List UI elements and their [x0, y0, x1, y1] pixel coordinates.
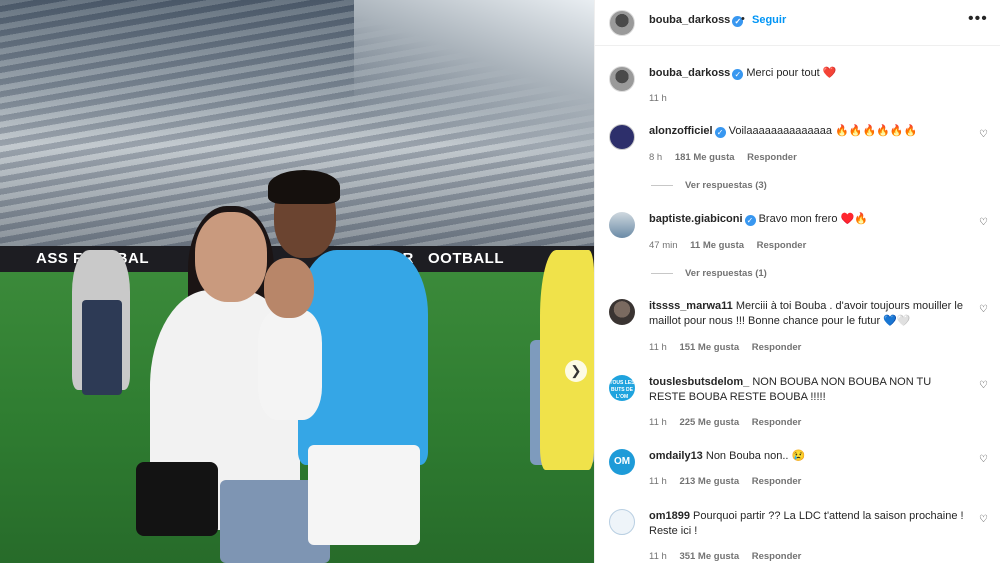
- heart-outline-icon[interactable]: ♡: [979, 217, 988, 228]
- commenter-username[interactable]: itssss_marwa11: [649, 300, 733, 312]
- author-username-text[interactable]: bouba_darkoss: [649, 14, 730, 26]
- view-replies-label[interactable]: Ver respuestas (3): [685, 180, 767, 191]
- commenter-avatar[interactable]: [609, 509, 635, 535]
- comment-time: 8 h: [649, 152, 663, 163]
- commenter-username[interactable]: baptiste.giabiconi: [649, 213, 743, 225]
- comment-meta: 11 h 351 Me gusta Responder: [649, 551, 811, 562]
- stadium-roof: [354, 0, 594, 160]
- player-hair: [268, 170, 340, 204]
- verified-icon: ✓: [744, 215, 756, 226]
- comment-meta: 11 h 213 Me gusta Responder: [649, 476, 811, 487]
- comment-text: itssss_marwa11 Merciii à toi Bouba . d'a…: [649, 299, 969, 329]
- comments-panel: bouba_darkoss ✓ • Seguir ••• bouba_darkos…: [594, 0, 1000, 563]
- child-figure: [258, 310, 322, 420]
- comment-meta: 11 h 151 Me gusta Responder: [649, 342, 811, 353]
- commenter-username[interactable]: omdaily13: [649, 450, 703, 462]
- comment-time: 11 h: [649, 342, 667, 353]
- replies-line: [651, 272, 673, 274]
- comment-likes[interactable]: 351 Me gusta: [679, 551, 739, 562]
- comment-likes[interactable]: 11 Me gusta: [690, 240, 744, 251]
- heart-outline-icon[interactable]: ♡: [979, 304, 988, 315]
- comment-time: 11 h: [649, 417, 667, 428]
- comment-time: 47 min: [649, 240, 678, 251]
- board-text-3: OOTBALL: [428, 250, 504, 267]
- reply-button[interactable]: Responder: [752, 342, 802, 353]
- comment-meta: 47 min 11 Me gusta Responder: [649, 240, 816, 251]
- caption-body: Merci pour tout ❤️: [746, 67, 837, 79]
- caption-avatar[interactable]: [609, 66, 635, 92]
- view-replies-button[interactable]: Ver respuestas (3): [651, 180, 767, 191]
- comment-body: Voilaaaaaaaaaaaaaa 🔥🔥🔥🔥🔥🔥: [728, 125, 918, 137]
- comment-text: omdaily13 Non Bouba non.. 😢: [649, 449, 969, 464]
- child-face: [264, 258, 314, 318]
- avatar-logo-text: OM: [613, 456, 631, 467]
- reply-button[interactable]: Responder: [752, 476, 802, 487]
- heart-outline-icon[interactable]: ♡: [979, 129, 988, 140]
- commenter-avatar[interactable]: [609, 299, 635, 325]
- right-figure: [540, 250, 594, 470]
- commenter-avatar[interactable]: [609, 124, 635, 150]
- comment-text: touslesbutsdelom_ NON BOUBA NON BOUBA NO…: [649, 375, 969, 405]
- player-shorts: [308, 445, 420, 545]
- comment-time: 11 h: [649, 476, 667, 487]
- comment-body: Non Bouba non.. 😢: [705, 450, 806, 462]
- commenter-username[interactable]: om1899: [649, 510, 690, 522]
- commenter-username[interactable]: alonzofficiel: [649, 125, 713, 137]
- replies-line: [651, 184, 673, 186]
- woman-face: [195, 212, 267, 302]
- comment-time: 11 h: [649, 551, 667, 562]
- comment-likes[interactable]: 151 Me gusta: [679, 342, 739, 353]
- reply-button[interactable]: Responder: [752, 417, 802, 428]
- post-photo[interactable]: ASS FOOTBAL ER OOTBALL ❯: [0, 0, 594, 563]
- comment-likes[interactable]: 225 Me gusta: [679, 417, 739, 428]
- handbag: [136, 462, 218, 536]
- caption-text: bouba_darkoss ✓ Merci pour tout ❤️: [649, 66, 969, 81]
- reply-button[interactable]: Responder: [752, 551, 802, 562]
- comment-meta: 8 h 181 Me gusta Responder: [649, 152, 807, 163]
- verified-icon: ✓: [732, 69, 744, 80]
- comment-body: Pourquoi partir ?? La LDC t'attend la sa…: [649, 510, 964, 537]
- heart-outline-icon[interactable]: ♡: [979, 514, 988, 525]
- comment-likes[interactable]: 213 Me gusta: [679, 476, 739, 487]
- commenter-avatar[interactable]: TOUS LES BUTS DE L'OM: [609, 375, 635, 401]
- caption-time: 11 h: [649, 93, 677, 104]
- comment-meta: 11 h 225 Me gusta Responder: [649, 417, 811, 428]
- author-avatar[interactable]: [609, 10, 635, 36]
- comment-text: baptiste.giabiconi ✓ Bravo mon frero ♥️🔥: [649, 212, 969, 227]
- commenter-avatar[interactable]: OM: [609, 449, 635, 475]
- heart-outline-icon[interactable]: ♡: [979, 380, 988, 391]
- heart-outline-icon[interactable]: ♡: [979, 454, 988, 465]
- avatar-logo-text: TOUS LES BUTS DE L'OM: [609, 380, 635, 400]
- comment-text: alonzofficiel ✓ Voilaaaaaaaaaaaaaa 🔥🔥🔥🔥🔥🔥: [649, 124, 969, 139]
- next-photo-button[interactable]: ❯: [565, 360, 587, 382]
- comment-text: om1899 Pourquoi partir ?? La LDC t'atten…: [649, 509, 969, 539]
- verified-icon: ✓: [714, 127, 726, 138]
- view-replies-button[interactable]: Ver respuestas (1): [651, 268, 767, 279]
- reply-button[interactable]: Responder: [757, 240, 807, 251]
- follow-button[interactable]: Seguir: [752, 14, 786, 26]
- post-header: bouba_darkoss ✓ • Seguir •••: [595, 0, 1000, 46]
- commenter-username[interactable]: touslesbutsdelom_: [649, 376, 749, 388]
- comment-body: Bravo mon frero ♥️🔥: [758, 213, 868, 225]
- commenter-avatar[interactable]: [609, 212, 635, 238]
- comment-likes[interactable]: 181 Me gusta: [675, 152, 735, 163]
- view-replies-label[interactable]: Ver respuestas (1): [685, 268, 767, 279]
- separator-dot: •: [741, 13, 745, 25]
- reply-button[interactable]: Responder: [747, 152, 797, 163]
- caption-username[interactable]: bouba_darkoss: [649, 67, 730, 79]
- caption-timestamp: 11 h: [649, 93, 667, 104]
- more-options-icon[interactable]: •••: [968, 10, 988, 28]
- bystander-legs: [82, 300, 122, 395]
- chevron-right-icon: ❯: [570, 363, 582, 378]
- author-username[interactable]: bouba_darkoss ✓: [649, 14, 744, 27]
